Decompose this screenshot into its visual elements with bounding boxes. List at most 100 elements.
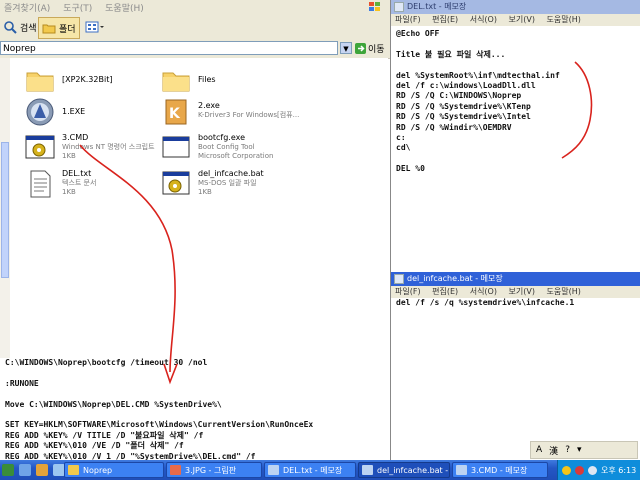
folder-icon — [26, 72, 54, 92]
file-description: Boot Config Tool — [198, 143, 255, 151]
notepad-icon — [268, 465, 279, 475]
menu-help[interactable]: 도움말(H) — [101, 0, 150, 14]
notepad-icon — [456, 465, 467, 475]
task-notepad-cmd[interactable]: 3.CMD - 메모장 — [452, 462, 548, 478]
folders-label: 폴더 — [59, 24, 76, 35]
file-company: Microsoft Corporation — [198, 152, 274, 160]
installer-icon: K — [165, 99, 187, 125]
menu-view[interactable]: 보기(V) — [505, 14, 540, 26]
menu-edit[interactable]: 편집(E) — [428, 14, 463, 26]
shield-icon[interactable] — [562, 465, 571, 475]
taskbar: Noprep 3.JPG - 그림판 DEL.txt - 메모장 del_inf… — [0, 460, 640, 480]
go-arrow-icon — [355, 42, 366, 54]
ime-help-button[interactable]: ? — [563, 445, 572, 455]
file-description: MS-DOS 일괄 파일 — [198, 179, 257, 187]
file-list: [XP2K.32Bit] Files 1.EXE K 2.exe K-Drive… — [10, 58, 388, 358]
menu-help[interactable]: 도움말(H) — [543, 286, 586, 298]
file-name: [XP2K.32Bit] — [62, 75, 113, 84]
notepad-del-titlebar[interactable]: DEL.txt - 메모장 — [391, 0, 640, 14]
notepad-del-menubar: 파일(F) 편집(E) 서식(O) 보기(V) 도움말(H) — [391, 14, 640, 26]
quick-launch — [2, 462, 65, 478]
window-title: del_infcache.bat - 메모장 — [407, 274, 503, 283]
folder-tree-icon — [42, 24, 56, 34]
address-bar: Noprep ▼ 이동 — [0, 40, 390, 59]
address-dropdown-button[interactable]: ▼ — [340, 42, 352, 54]
file-item-3-cmd[interactable]: 3.CMD Windows NT 명령어 스크립트 1KB — [24, 132, 164, 172]
notepad-infcache-titlebar[interactable]: del_infcache.bat - 메모장 — [391, 272, 640, 286]
notepad-icon — [362, 465, 373, 475]
file-description: Windows NT 명령어 스크립트 — [62, 143, 155, 151]
scrollbar-thumb[interactable] — [1, 142, 9, 278]
file-name: del_infcache.bat — [198, 169, 264, 178]
text-doc-icon — [30, 170, 51, 198]
search-icon — [4, 21, 17, 34]
file-item-bootcfg[interactable]: bootcfg.exe Boot Config Tool Microsoft C… — [160, 132, 300, 172]
ime-menu-icon[interactable]: ▾ — [575, 445, 584, 455]
menu-edit[interactable]: 편집(E) — [428, 286, 463, 298]
start-icon[interactable] — [2, 464, 14, 476]
file-name: Files — [198, 75, 216, 84]
security-icon[interactable] — [575, 465, 584, 475]
file-item-1-exe[interactable]: 1.EXE — [24, 96, 164, 136]
file-name: 2.exe — [198, 101, 220, 110]
menu-favorites[interactable]: 즐겨찾기(A) — [0, 0, 56, 14]
menu-format[interactable]: 서식(O) — [466, 14, 502, 26]
folder-icon — [162, 72, 190, 92]
notepad-icon — [394, 274, 404, 284]
menu-view[interactable]: 보기(V) — [505, 286, 540, 298]
ime-hanja-button[interactable]: 漢 — [547, 444, 560, 457]
explorer-menubar: 즐겨찾기(A) 도구(T) 도움말(H) — [0, 0, 390, 14]
file-size: 1KB — [62, 152, 76, 160]
ime-lang-button[interactable]: A — [534, 445, 544, 455]
file-description: 텍스트 문서 — [62, 179, 97, 187]
menu-file[interactable]: 파일(F) — [391, 14, 426, 26]
notepad-infcache-text[interactable]: del /f /s /q %systemdrive%\infcache.1 — [396, 298, 574, 308]
task-label: 3.CMD - 메모장 — [471, 466, 528, 475]
ime-language-bar: A 漢 ? ▾ — [530, 441, 638, 459]
task-label: Noprep — [83, 466, 113, 475]
task-label: del_infcache.bat - ... — [377, 466, 449, 475]
menu-help[interactable]: 도움말(H) — [543, 14, 586, 26]
notepad-del-text[interactable]: @Echo OFF Title 불 필요 파일 삭제... del %Syste… — [396, 29, 560, 175]
search-label: 검색 — [20, 23, 37, 34]
window-title: DEL.txt - 메모장 — [407, 2, 467, 11]
task-paint[interactable]: 3.JPG - 그림판 — [166, 462, 262, 478]
search-button[interactable]: 검색 — [0, 17, 40, 37]
menu-tools[interactable]: 도구(T) — [59, 0, 98, 14]
file-description: K-Driver3 For Windows[컴퓨... — [198, 111, 300, 119]
file-name: 3.CMD — [62, 133, 89, 142]
views-button[interactable] — [82, 17, 108, 37]
go-label: 이동 — [368, 44, 385, 55]
file-item-del-txt[interactable]: DEL.txt 텍스트 문서 1KB — [24, 168, 164, 208]
menu-format[interactable]: 서식(O) — [466, 286, 502, 298]
file-name: bootcfg.exe — [198, 133, 246, 142]
exe-icon — [162, 136, 190, 158]
address-input[interactable]: Noprep — [0, 41, 338, 55]
desktop-icon[interactable] — [19, 464, 31, 476]
task-notepad-del[interactable]: DEL.txt - 메모장 — [264, 462, 356, 478]
windows-logo-icon — [368, 1, 384, 13]
folders-button[interactable]: 폴더 — [38, 17, 80, 39]
task-label: 3.JPG - 그림판 — [185, 466, 237, 475]
file-size: 1KB — [198, 188, 212, 196]
file-item-2-exe[interactable]: K 2.exe K-Driver3 For Windows[컴퓨... — [160, 96, 300, 136]
task-notepad-infcache[interactable]: del_infcache.bat - ... — [358, 462, 450, 478]
notepad-del-window: DEL.txt - 메모장 파일(F) 편집(E) 서식(O) 보기(V) 도움… — [390, 0, 640, 272]
svg-text:K: K — [169, 106, 181, 122]
menu-file[interactable]: 파일(F) — [391, 286, 426, 298]
clock[interactable]: 오후 6:13 — [601, 465, 636, 476]
notepad-icon — [394, 2, 404, 12]
explorer-toolbar: 검색 폴더 — [0, 14, 390, 41]
notepad-infcache-menubar: 파일(F) 편집(E) 서식(O) 보기(V) 도움말(H) — [391, 286, 640, 298]
file-item-del-infcache[interactable]: del_infcache.bat MS-DOS 일괄 파일 1KB — [160, 168, 300, 208]
go-button[interactable]: 이동 — [355, 41, 389, 55]
notepad-infcache-window: del_infcache.bat - 메모장 파일(F) 편집(E) 서식(O)… — [390, 272, 640, 460]
task-label: DEL.txt - 메모장 — [283, 466, 343, 475]
system-tray: 오후 6:13 — [557, 460, 640, 480]
explorer-icon[interactable] — [36, 464, 48, 476]
explorer-window: 즐겨찾기(A) 도구(T) 도움말(H) 검색 폴더 Noprep ▼ 이동 [… — [0, 0, 391, 358]
cmd-script-icon — [25, 135, 55, 159]
notepad-cmd-text[interactable]: C:\WINDOWS\Noprep\bootcfg /timeout 30 /n… — [5, 358, 313, 462]
task-noprep[interactable]: Noprep — [64, 462, 164, 478]
volume-icon[interactable] — [588, 465, 597, 475]
